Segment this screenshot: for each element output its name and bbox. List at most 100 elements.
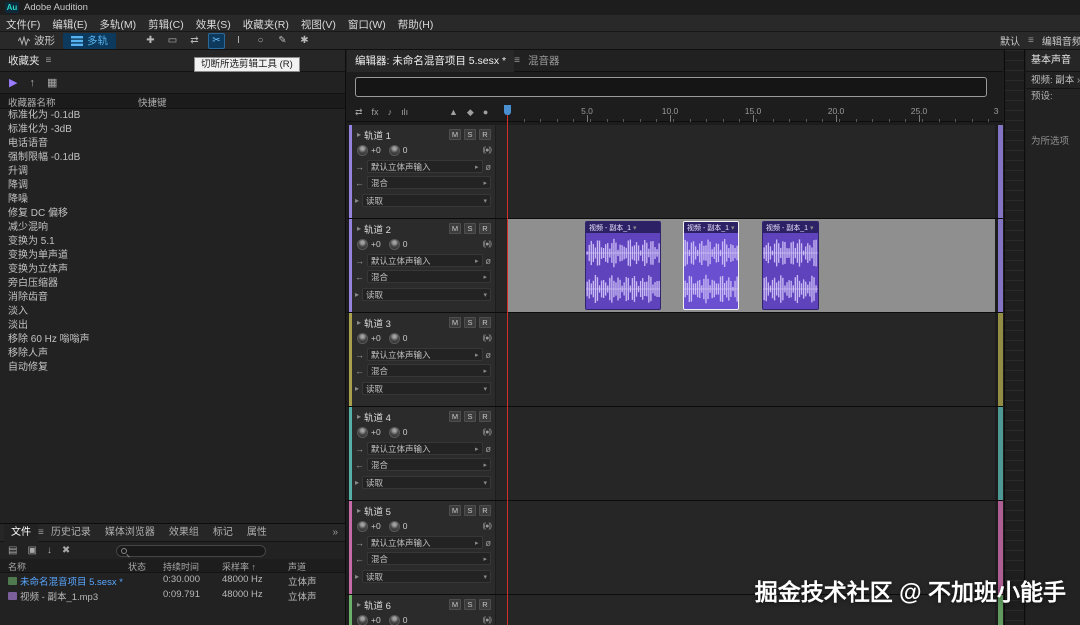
pan-knob[interactable] xyxy=(388,238,400,250)
track-lane[interactable]: 视频 - 副本_1 ▾ 视频 - 副本_1 ▾ 视频 - 副本_1 ▾ xyxy=(496,219,995,312)
track-header[interactable]: ▸ 轨道 5 M S R +0 0 ((●)) → 默认立体声输入 ▸ ø ← … xyxy=(349,501,495,594)
automation-caret-icon[interactable]: ▸ xyxy=(355,572,359,581)
multitrack-view-button[interactable]: 多轨 xyxy=(63,32,116,49)
volume-knob[interactable] xyxy=(357,332,368,344)
clip-menu-icon[interactable]: ▾ xyxy=(810,224,814,232)
volume-value[interactable]: +0 xyxy=(371,145,381,155)
automation-caret-icon[interactable]: ▸ xyxy=(355,384,359,393)
input-select[interactable]: 默认立体声输入 ▸ xyxy=(367,160,483,173)
tab-editor[interactable]: 编辑器: 未命名混音项目 5.sesx * xyxy=(347,50,515,72)
track-collapse-icon[interactable]: ▸ xyxy=(357,506,361,515)
track-header[interactable]: ▸ 轨道 1 M S R +0 0 ((●)) → 默认立体声输入 ▸ ø ← … xyxy=(349,125,495,218)
output-select[interactable]: 混合 ▸ xyxy=(367,364,491,377)
phase-icon[interactable]: ø xyxy=(486,444,492,454)
col-shortcut[interactable]: 快捷键 xyxy=(138,95,167,109)
arm-record-button[interactable]: R xyxy=(479,223,491,234)
monitor-input-icon[interactable]: ((●)) xyxy=(482,335,492,342)
volume-value[interactable]: +0 xyxy=(371,615,381,625)
apply-favorite-icon[interactable]: ▶ xyxy=(9,76,17,89)
input-select[interactable]: 默认立体声输入 ▸ xyxy=(367,348,483,361)
volume-knob[interactable] xyxy=(357,144,368,156)
favorites-title[interactable]: 收藏夹 xyxy=(8,53,40,68)
workspace-edit-audio-video[interactable]: 编辑音频到视频 xyxy=(1042,33,1080,48)
razor-tool-icon[interactable]: ✂ xyxy=(208,32,225,49)
track-name[interactable]: 轨道 6 xyxy=(364,598,446,612)
output-select[interactable]: 混合 ▸ xyxy=(367,176,491,189)
volume-knob[interactable] xyxy=(357,614,368,625)
pan-value[interactable]: 0 xyxy=(403,145,408,155)
track-collapse-icon[interactable]: ▸ xyxy=(357,412,361,421)
slip-tool-icon[interactable]: ⇄ xyxy=(186,33,203,49)
files-tab-3[interactable]: 效果组 xyxy=(162,524,206,542)
favorite-item[interactable]: 淡入 xyxy=(0,305,345,319)
phase-icon[interactable]: ø xyxy=(486,538,492,548)
favorite-item[interactable]: 标准化为 -3dB xyxy=(0,123,345,137)
solo-button[interactable]: S xyxy=(464,317,476,328)
favorite-item[interactable]: 降噪 xyxy=(0,193,345,207)
zoom-navigator[interactable] xyxy=(355,77,987,97)
favorite-item[interactable]: 变换为立体声 xyxy=(0,263,345,277)
arm-record-button[interactable]: R xyxy=(479,411,491,422)
pan-knob[interactable] xyxy=(388,426,400,438)
pan-value[interactable]: 0 xyxy=(403,521,408,531)
files-col-2[interactable]: 持续时间 xyxy=(163,560,199,573)
lasso-tool-icon[interactable]: ○ xyxy=(252,33,269,49)
organize-favorites-icon[interactable]: ▦ xyxy=(47,76,57,89)
magnet-icon[interactable]: ● xyxy=(483,107,488,118)
files-col-4[interactable]: 声道 xyxy=(288,560,306,573)
phase-icon[interactable]: ø xyxy=(486,162,492,172)
output-select[interactable]: 混合 ▸ xyxy=(367,552,491,565)
mute-button[interactable]: M xyxy=(449,317,461,328)
keyframe-icon[interactable]: ◆ xyxy=(467,107,474,118)
meters-icon[interactable]: ılı xyxy=(401,107,408,118)
automation-mode-select[interactable]: 读取 ▾ xyxy=(362,382,491,395)
new-file-icon[interactable]: ▤ xyxy=(8,545,17,556)
files-col-0[interactable]: 名称 xyxy=(8,560,26,573)
time-selection[interactable] xyxy=(507,219,995,312)
automation-mode-select[interactable]: 读取 ▾ xyxy=(362,194,491,207)
solo-button[interactable]: S xyxy=(464,129,476,140)
marquee-tool-icon[interactable]: ▭ xyxy=(164,33,181,49)
more-panels-icon[interactable]: » xyxy=(332,527,345,538)
track-collapse-icon[interactable]: ▸ xyxy=(357,600,361,609)
add-marker-icon[interactable]: ▲ xyxy=(449,107,458,118)
clip-menu-icon[interactable]: ▾ xyxy=(731,224,735,232)
playhead-handle[interactable] xyxy=(504,105,511,115)
volume-value[interactable]: +0 xyxy=(371,239,381,249)
pan-knob[interactable] xyxy=(388,520,400,532)
favorite-item[interactable]: 消除齿音 xyxy=(0,291,345,305)
files-col-1[interactable]: 状态 xyxy=(128,560,146,573)
monitor-input-icon[interactable]: ((●)) xyxy=(482,241,492,248)
track-header[interactable]: ▸ 轨道 3 M S R +0 0 ((●)) → 默认立体声输入 ▸ ø ← … xyxy=(349,313,495,406)
automation-mode-select[interactable]: 读取 ▾ xyxy=(362,288,491,301)
workspace-menu-icon[interactable]: ≡ xyxy=(1028,35,1034,46)
volume-value[interactable]: +0 xyxy=(371,427,381,437)
track-name[interactable]: 轨道 2 xyxy=(364,222,446,236)
input-select[interactable]: 默认立体声输入 ▸ xyxy=(367,536,483,549)
time-selection-tool-icon[interactable]: I xyxy=(230,33,247,49)
track-name[interactable]: 轨道 3 xyxy=(364,316,446,330)
track-name[interactable]: 轨道 1 xyxy=(364,128,446,142)
pencil-tool-icon[interactable]: ✎ xyxy=(274,33,291,49)
volume-knob[interactable] xyxy=(357,520,368,532)
favorite-item[interactable]: 自动修复 xyxy=(0,361,345,375)
monitor-input-icon[interactable]: ((●)) xyxy=(482,147,492,154)
delete-icon[interactable]: ✖ xyxy=(62,545,70,556)
arm-record-button[interactable]: R xyxy=(479,505,491,516)
file-row[interactable]: 视频 - 副本_1.mp3 0:09.791 48000 Hz 立体声 xyxy=(0,588,345,603)
track-header[interactable]: ▸ 轨道 6 M S R +0 0 ((●)) → 默认立体声输入 ▸ ø xyxy=(349,595,495,625)
file-row[interactable]: 未命名混音项目 5.sesx * 0:30.000 48000 Hz 立体声 xyxy=(0,573,345,588)
pan-value[interactable]: 0 xyxy=(403,427,408,437)
pan-value[interactable]: 0 xyxy=(403,615,408,625)
arm-record-button[interactable]: R xyxy=(479,599,491,610)
track-name[interactable]: 轨道 5 xyxy=(364,504,446,518)
pan-knob[interactable] xyxy=(388,614,400,625)
track-lane[interactable] xyxy=(496,125,995,218)
pan-knob[interactable] xyxy=(388,144,400,156)
volume-knob[interactable] xyxy=(357,426,368,438)
metronome-icon[interactable]: ♪ xyxy=(388,107,393,118)
input-select[interactable]: 默认立体声输入 ▸ xyxy=(367,254,483,267)
favorite-item[interactable]: 标准化为 -0.1dB xyxy=(0,109,345,123)
audio-clip[interactable]: 视频 - 副本_1 ▾ xyxy=(762,221,819,310)
track-collapse-icon[interactable]: ▸ xyxy=(357,224,361,233)
